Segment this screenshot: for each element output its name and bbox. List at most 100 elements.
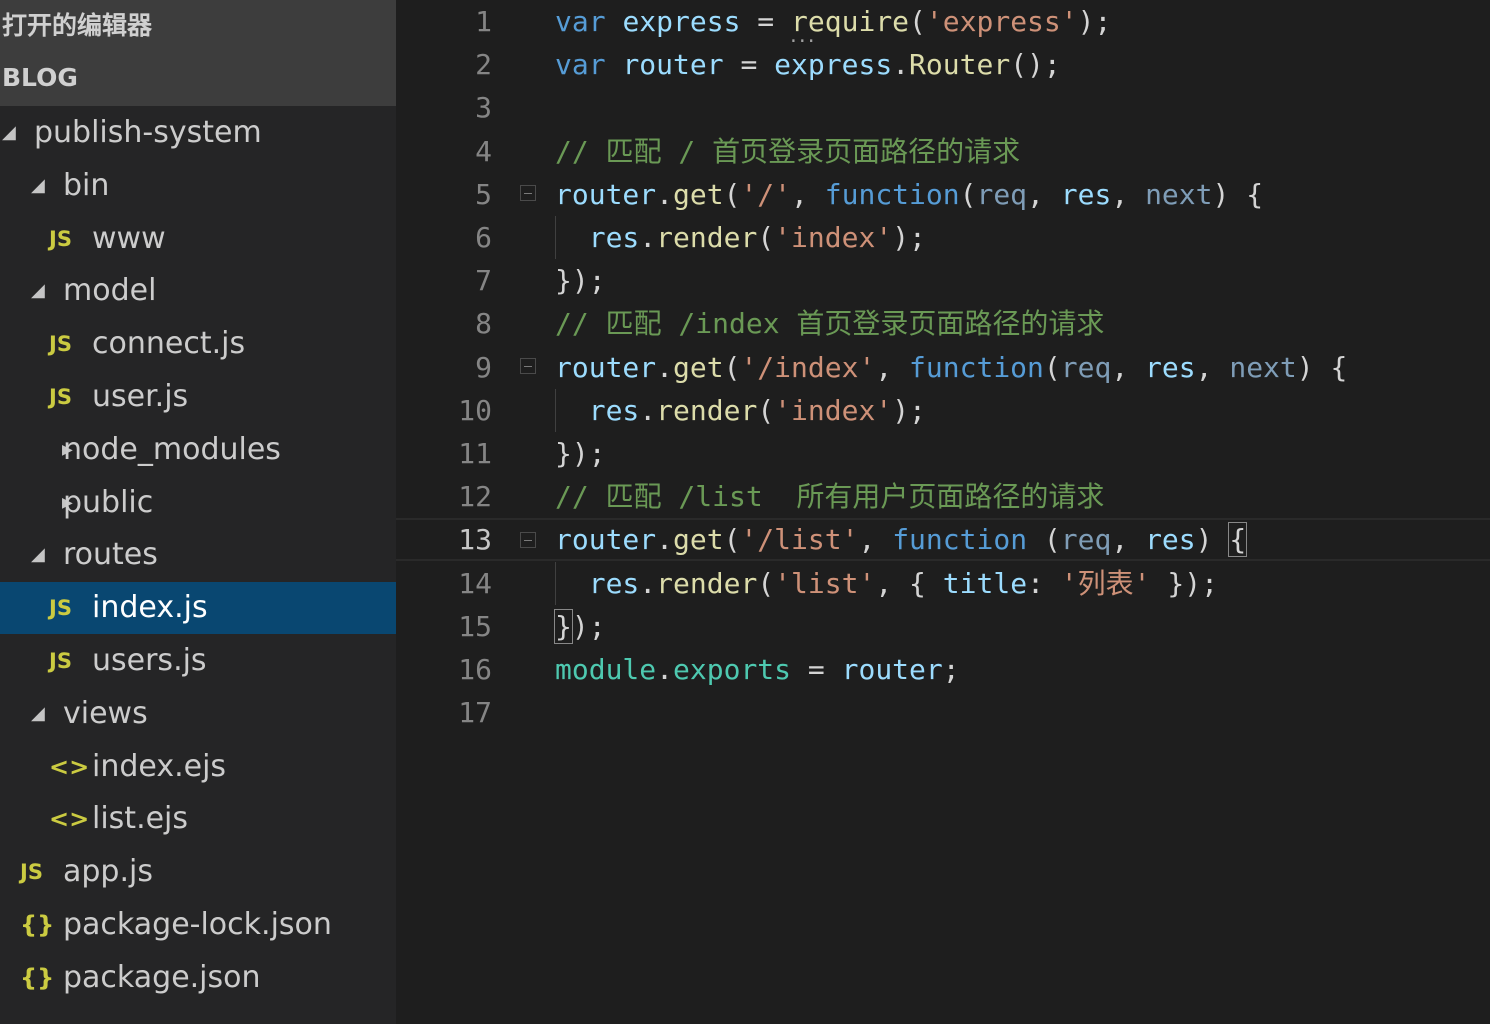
tree-item-label: routes [63,529,158,581]
code-line[interactable]: 3 [396,86,1490,129]
tree-item-label: package.json [63,952,261,1004]
tree-item-label: connect.js [92,318,245,370]
chevron-expanded-icon[interactable]: ◢ [31,265,45,317]
chevron-expanded-icon[interactable]: ◢ [2,107,16,159]
tree-item-label: package-lock.json [63,899,332,951]
code-line[interactable]: 5router.get('/', function(req, res, next… [396,173,1490,216]
file-item-connect-js[interactable]: JSconnect.js [0,318,396,370]
tree-item-label: app.js [63,846,153,898]
code-token: , { [875,567,942,600]
tree-item-label: node_modules [63,424,281,476]
folder-item-node-modules[interactable]: ▶node_modules [0,424,396,476]
project-header[interactable]: BLOG [0,52,396,106]
code-token: 'list' [774,567,875,600]
file-item-app-js[interactable]: JS app.js [0,846,396,898]
code-token: // 匹配 / 首页登录页面路径的请求 [555,135,1020,168]
file-item-users-js[interactable]: JSusers.js [0,635,396,687]
open-editors-header[interactable]: 打开的编辑器 [0,0,396,52]
code-token: req [976,178,1027,211]
code-token: ); [892,221,926,254]
file-item-user-js[interactable]: JSuser.js [0,371,396,423]
code-token: router [555,178,656,211]
code-line[interactable]: 8// 匹配 /index 首页登录页面路径的请求 [396,302,1490,345]
code-token: router [842,653,943,686]
code-token: ( [909,5,926,38]
line-number: 2 [396,43,492,86]
code-token: ( [757,567,774,600]
code-token: . [656,351,673,384]
code-token: next [1229,351,1296,384]
code-token: res [589,221,640,254]
file-item-index-ejs[interactable]: <>index.ejs [0,741,396,793]
fold-toggle-icon[interactable] [520,532,536,548]
code-line[interactable]: 12// 匹配 /list 所有用户页面路径的请求 [396,475,1490,518]
code-text: }); [555,259,606,302]
code-line[interactable]: 17 [396,691,1490,734]
tree-item-label: index.ejs [92,741,226,793]
json-file-icon: {} [20,899,54,951]
tree-item-label: user.js [92,371,188,423]
code-token: ( [757,394,774,427]
code-token: ; [943,653,960,686]
code-text: }); [555,605,606,648]
code-token: ( [960,178,977,211]
fold-toggle-icon[interactable] [520,358,536,374]
code-token: res [1061,178,1112,211]
code-token: next [1145,178,1212,211]
folder-item-bin[interactable]: ◢bin [0,160,396,212]
code-token: get [673,523,724,556]
file-item-www[interactable]: JSwww [0,213,396,265]
code-token: ) [1196,523,1230,556]
chevron-expanded-icon[interactable]: ◢ [31,688,45,740]
folder-item-public[interactable]: ▶public [0,477,396,529]
code-token: . [656,178,673,211]
code-text: }); [555,432,606,475]
code-token: . [656,653,673,686]
code-token: var [555,5,622,38]
folder-item-views[interactable]: ◢views [0,688,396,740]
chevron-expanded-icon[interactable]: ◢ [31,529,45,581]
folder-item-model[interactable]: ◢model [0,265,396,317]
code-line[interactable]: 1var express = require('express'); [396,0,1490,43]
code-line[interactable]: 13router.get('/list', function (req, res… [396,518,1490,561]
js-file-icon: JS [20,846,43,898]
folder-item-routes[interactable]: ◢ routes [0,529,396,581]
line-number: 6 [396,216,492,259]
chevron-expanded-icon[interactable]: ◢ [31,160,45,212]
code-line[interactable]: 7}); [396,259,1490,302]
code-text: // 匹配 /list 所有用户页面路径的请求 [555,475,1104,518]
file-item-list-ejs[interactable]: <>list.ejs [0,793,396,845]
code-token: , [1111,178,1145,211]
code-token: router [622,48,723,81]
code-editor[interactable]: 1var express = require('express');2var r… [396,0,1490,1024]
code-line[interactable]: 14 res.render('list', { title: '列表' }); [396,562,1490,605]
folder-item-publish-system[interactable]: ◢publish-system [0,107,396,159]
code-text: var express = require('express'); [555,0,1111,43]
tree-item-label: list.ejs [92,793,188,845]
code-line[interactable]: 6 res.render('index'); [396,216,1490,259]
code-token: { [1229,523,1246,556]
code-token: ) { [1297,351,1348,384]
code-token: = [740,5,791,38]
line-number: 11 [396,432,492,475]
fold-toggle-icon[interactable] [520,185,536,201]
code-line[interactable]: 15}); [396,605,1490,648]
code-text: // 匹配 /index 首页登录页面路径的请求 [555,302,1104,345]
code-token: render [656,221,757,254]
code-text: res.render('index'); [555,389,926,432]
code-token: ) { [1213,178,1264,211]
code-line[interactable]: 4// 匹配 / 首页登录页面路径的请求 [396,130,1490,173]
code-token: , [875,351,909,384]
code-line[interactable]: 11}); [396,432,1490,475]
code-token: . [892,48,909,81]
line-number: 7 [396,259,492,302]
code-line[interactable]: 9router.get('/index', function(req, res,… [396,346,1490,389]
code-line[interactable]: 2var router = express.Router(); [396,43,1490,86]
code-text: module.exports = router; [555,648,960,691]
file-item-package-lock-json[interactable]: {}package-lock.json [0,899,396,951]
file-item-package-json[interactable]: {}package.json [0,952,396,1004]
code-line[interactable]: 16module.exports = router; [396,648,1490,691]
file-item-index-js[interactable]: JSindex.js [0,582,396,634]
code-line[interactable]: 10 res.render('index'); [396,389,1490,432]
code-token: . [656,523,673,556]
